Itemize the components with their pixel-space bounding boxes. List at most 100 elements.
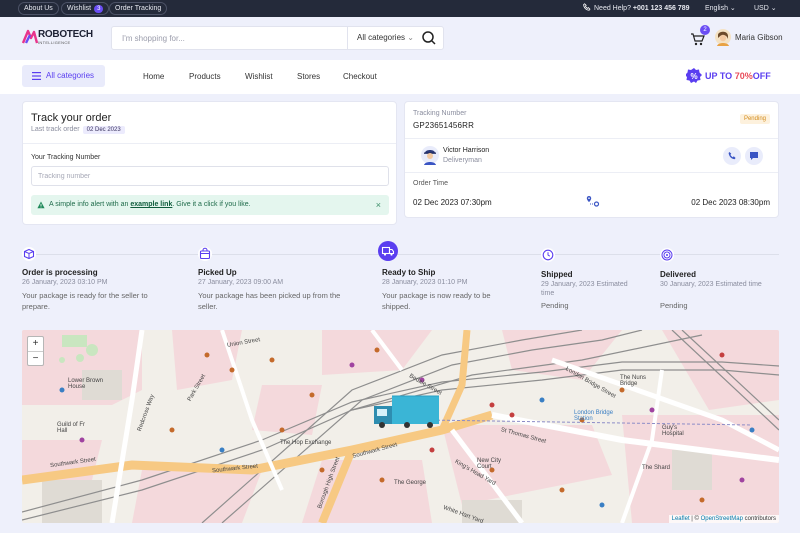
language-value: English	[705, 5, 728, 12]
step-date: 28 January, 2023 01:10 PM	[382, 279, 468, 286]
step-date: 30 January, 2023 Estimated time	[660, 281, 762, 288]
step-title: Delivered	[660, 270, 697, 279]
menu-icon	[32, 72, 41, 80]
info-alert: A simple info alert with an example link…	[31, 195, 389, 215]
box-icon	[22, 247, 36, 261]
chevron-down-icon: ⌄	[729, 5, 736, 12]
utility-bar: About Us Wishlist 3 Order Tracking Need H…	[0, 0, 800, 17]
search-icon	[422, 31, 436, 45]
nav-checkout[interactable]: Checkout	[343, 72, 377, 81]
user-name[interactable]: Maria Gibson	[735, 33, 783, 42]
nav-products[interactable]: Products	[189, 72, 221, 81]
tracking-info-card: Tracking Number GP23651456RR Pending Vic…	[404, 101, 779, 218]
search-input[interactable]	[122, 31, 342, 45]
step-date: 26 January, 2023 03:10 PM	[22, 279, 108, 286]
svg-text:%: %	[690, 72, 697, 81]
last-track-info: Last track order 02 Dec 2023	[31, 126, 125, 134]
attribution-separator: | ©	[689, 516, 701, 522]
step-description: Pending	[660, 301, 688, 310]
about-label: About Us	[24, 5, 53, 12]
tracking-number-value: GP23651456RR	[413, 121, 475, 130]
tracking-map[interactable]: Southwark Street Southwark Street Southw…	[22, 330, 779, 523]
divider	[405, 172, 778, 173]
step-title: Shipped	[541, 270, 573, 279]
alert-example-link[interactable]: example link	[130, 201, 172, 208]
clock-icon	[541, 248, 555, 262]
divider	[23, 143, 396, 144]
step-description: Pending	[541, 301, 569, 310]
message-button[interactable]	[745, 147, 763, 165]
step-title: Picked Up	[198, 268, 237, 277]
all-categories-label: All categories	[46, 71, 95, 80]
map-label-the-nuns-bridge: The Nuns Bridge	[620, 375, 647, 387]
leaflet-link[interactable]: Leaflet	[672, 516, 690, 522]
alert-text-suffix: . Give it a click if you like.	[172, 201, 251, 208]
promo-value: 70%	[734, 71, 753, 81]
deliveryman-avatar-icon	[421, 146, 439, 165]
map-label-the-shard: The Shard	[642, 465, 671, 471]
status-badge: Pending	[739, 114, 770, 124]
map-label-the-hop-exchange: The Hop Exchange	[280, 440, 332, 446]
track-order-card: Track your order Last track order 02 Dec …	[22, 101, 397, 225]
track-title: Track your order	[31, 112, 112, 124]
main-nav: All categories Home Products Wishlist St…	[0, 60, 800, 94]
help-phone[interactable]: Need Help? +001 123 456 789	[583, 3, 690, 14]
map-label-guild-hall: Guild of Fr Hall	[57, 422, 86, 434]
order-time-from: 02 Dec 2023 07:30pm	[413, 198, 492, 207]
logo-mark-icon	[22, 29, 38, 44]
order-tracking-link[interactable]: Order Tracking	[109, 2, 168, 15]
wishlist-count-badge: 3	[94, 5, 104, 13]
language-select[interactable]: English ⌄	[705, 3, 736, 14]
alert-text: A simple info alert with an	[49, 201, 129, 208]
order-time-to: 02 Dec 2023 08:30pm	[691, 198, 770, 207]
phone-icon	[728, 152, 736, 160]
nav-stores[interactable]: Stores	[297, 72, 320, 81]
promo-prefix: UP TO	[705, 71, 733, 81]
step-description: Your package is ready for the seller to …	[22, 291, 148, 311]
tracking-number-input[interactable]	[31, 166, 389, 186]
order-time-label: Order Time	[413, 180, 449, 187]
search-button[interactable]	[415, 27, 443, 49]
route-pin-icon	[586, 196, 600, 207]
target-icon	[660, 248, 674, 262]
step-title: Ready to Ship	[382, 268, 436, 277]
warning-icon	[37, 201, 45, 209]
deliveryman-role: Deliveryman	[443, 157, 482, 164]
openstreetmap-link[interactable]: OpenStreetMap	[701, 516, 743, 522]
divider	[405, 138, 778, 139]
zoom-out-button[interactable]: −	[28, 351, 43, 365]
map-label-new-city-court: New City Court	[477, 458, 502, 470]
zoom-in-button[interactable]: +	[28, 337, 43, 351]
phone-icon	[583, 3, 591, 11]
help-label: Need Help?	[594, 5, 631, 12]
currency-select[interactable]: USD ⌄	[754, 3, 777, 14]
order-tracking-label: Order Tracking	[115, 5, 162, 12]
call-button[interactable]	[723, 147, 741, 165]
chevron-down-icon: ⌄	[407, 33, 414, 42]
user-avatar-icon[interactable]	[715, 28, 731, 46]
map-zoom-control: + −	[27, 336, 44, 366]
step-date: 27 January, 2023 09:00 AM	[198, 279, 284, 286]
step-description: Your package is now ready to be shipped.	[382, 291, 491, 311]
tracking-number-caption: Tracking Number	[413, 110, 467, 117]
about-link[interactable]: About Us	[18, 2, 59, 15]
nav-home[interactable]: Home	[143, 72, 164, 81]
discount-badge-icon: %	[686, 68, 702, 83]
nav-wishlist[interactable]: Wishlist	[245, 72, 273, 81]
currency-value: USD	[754, 5, 769, 12]
wishlist-link[interactable]: Wishlist 3	[61, 2, 110, 15]
wishlist-label: Wishlist	[67, 5, 92, 12]
logo-subtext: INTELLIGENCE	[38, 40, 71, 45]
attribution-suffix: contributors	[742, 516, 776, 522]
logo-text: ROBOTECH	[38, 29, 93, 40]
cart-count-badge: 2	[700, 25, 710, 35]
tracking-number-label: Your Tracking Number	[31, 154, 101, 161]
all-categories-button[interactable]: All categories	[22, 65, 105, 87]
close-icon[interactable]: ×	[376, 195, 381, 215]
category-value: All categories	[357, 33, 406, 42]
step-title: Order is processing	[22, 268, 98, 277]
step-date: 29 January, 2023 Estimated time	[541, 281, 628, 297]
step-description: Your package has been picked up from the…	[198, 291, 341, 311]
map-label-the-george: The George	[394, 480, 427, 486]
category-select[interactable]: All categories ⌄	[347, 27, 415, 49]
